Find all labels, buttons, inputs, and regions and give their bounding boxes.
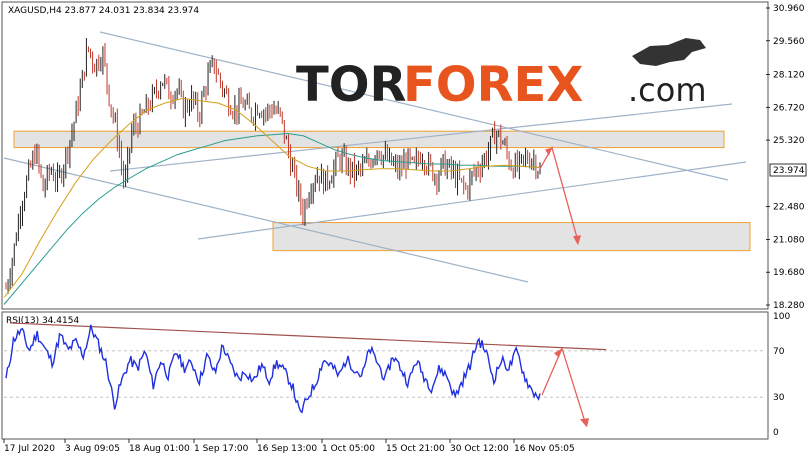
x-tick-label: 30 Oct 12:00 [450, 444, 509, 454]
rsi-tick-label: 100 [773, 312, 790, 322]
y-tick-label: 25.320 [773, 136, 805, 146]
x-tick-label: 1 Sep 17:00 [194, 444, 249, 454]
x-tick-label: 16 Nov 05:05 [514, 444, 575, 454]
rsi-tick-label: 30 [773, 393, 785, 403]
logo-tor: TOR [296, 57, 407, 113]
y-tick-label: 22.480 [773, 203, 805, 213]
y-tick-label: 18.280 [773, 301, 805, 311]
y-tick-label: 30.960 [773, 4, 805, 14]
chart-canvas: TOR FOREX .com XAGUSD,H4 23.877 24.031 2… [1, 1, 807, 454]
y-tick-label: 19.680 [773, 268, 805, 278]
rsi-tick-label: 70 [773, 347, 785, 357]
y-tick-label: 29.560 [773, 37, 805, 47]
current-price-tag: 23.974 [769, 163, 807, 177]
x-tick-label: 15 Oct 21:00 [386, 444, 445, 454]
x-tick-label: 18 Aug 01:00 [129, 444, 190, 454]
x-tick-label: 17 Jul 2020 [4, 444, 55, 454]
x-tick-label: 1 Oct 05:00 [322, 444, 375, 454]
rsi-tick-label: 0 [773, 428, 779, 438]
x-tick-label: 3 Aug 09:05 [65, 444, 120, 454]
sr-zone [13, 130, 725, 149]
y-tick-label: 28.120 [773, 71, 805, 81]
logo-com: .com [628, 71, 707, 109]
current-price-label: 23.974 [773, 166, 805, 176]
y-tick-label: 26.720 [773, 103, 805, 113]
y-tick-label: 21.080 [773, 235, 805, 245]
x-tick-label: 16 Sep 13:00 [257, 444, 317, 454]
logo-forex: FOREX [403, 57, 583, 113]
sr-zone [272, 222, 751, 252]
symbol-header: XAGUSD,H4 23.877 24.031 23.834 23.974 [8, 6, 199, 16]
